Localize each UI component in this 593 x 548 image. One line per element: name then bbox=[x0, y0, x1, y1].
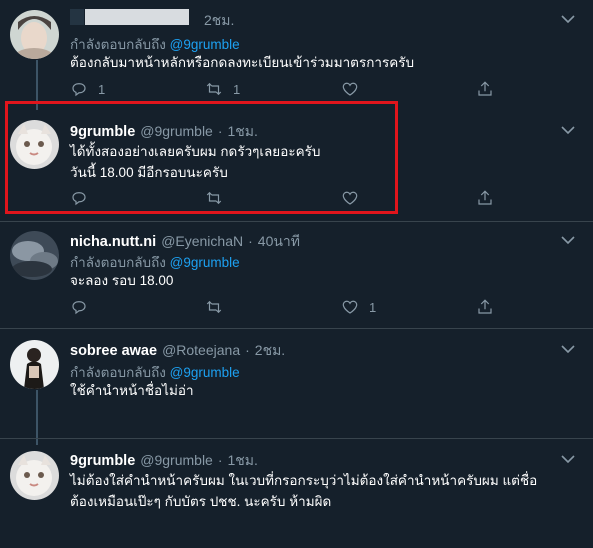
tweet[interactable]: nicha.nutt.ni @EyenichaN · 40นาที กำลังต… bbox=[0, 222, 593, 328]
replying-prefix: กำลังตอบกลับถึง bbox=[70, 365, 166, 380]
handle[interactable]: @EyenichaN bbox=[161, 233, 243, 249]
like-icon bbox=[342, 191, 358, 205]
separator-dot: · bbox=[245, 342, 250, 358]
tweet-text: ใช้คำนำหน้าชื่อไม่อ่า bbox=[70, 380, 194, 401]
share-icon bbox=[478, 81, 492, 96]
separator-dot: · bbox=[248, 233, 253, 249]
action-bar: 1 bbox=[70, 298, 500, 318]
redacted-mark bbox=[70, 9, 84, 25]
chevron-down-icon[interactable] bbox=[561, 125, 575, 135]
mention-link[interactable]: @9grumble bbox=[170, 255, 240, 270]
chevron-down-icon[interactable] bbox=[561, 14, 575, 24]
timestamp[interactable]: 2ชม. bbox=[255, 340, 285, 362]
tweet-line: ต้องเหมือนเป๊ะๆ กับบัตร ปชช. นะครับ ห้าม… bbox=[70, 494, 332, 509]
reply-icon bbox=[72, 83, 86, 97]
avatar[interactable] bbox=[10, 120, 59, 169]
reply-button[interactable] bbox=[70, 298, 98, 316]
separator-dot: · bbox=[217, 123, 223, 139]
reply-count: 1 bbox=[98, 81, 106, 97]
timestamp[interactable]: 40นาที bbox=[258, 231, 300, 253]
handle[interactable]: @9grumble bbox=[140, 123, 213, 139]
like-count: 1 bbox=[369, 299, 377, 315]
tweet[interactable]: 9grumble @9grumble · 1ชม. ได้ทั้งสองอย่า… bbox=[0, 110, 593, 221]
like-icon bbox=[342, 82, 358, 96]
retweet-button[interactable] bbox=[205, 189, 233, 207]
tweet-line: วันนี้ 18.00 มีอีกรอบนะครับ bbox=[70, 165, 228, 180]
like-icon bbox=[342, 300, 358, 314]
handle[interactable]: @9grumble bbox=[140, 452, 213, 468]
tweet-text: ได้ทั้งสองอย่างเลยครับผม กดรัวๆเลยอะครับ… bbox=[70, 141, 320, 183]
redacted-name bbox=[85, 9, 189, 25]
tweet-line: ได้ทั้งสองอย่างเลยครับผม กดรัวๆเลยอะครับ bbox=[70, 144, 321, 159]
tweet[interactable]: 2ชม. กำลังตอบกลับถึง @9grumble ต้องกลับม… bbox=[0, 0, 593, 110]
like-button[interactable] bbox=[341, 189, 369, 207]
display-name[interactable]: sobree awae bbox=[70, 343, 157, 359]
display-name[interactable]: 9grumble bbox=[70, 453, 135, 469]
tweet-line: ไม่ต้องใส่คำนำหน้าครับผม ในเวบที่กรอกระบ… bbox=[70, 473, 538, 488]
tweet-line: จะลอง รอบ 18.00 bbox=[70, 273, 174, 288]
action-bar bbox=[70, 189, 500, 209]
tweet-text: จะลอง รอบ 18.00 bbox=[70, 270, 173, 291]
tweet-line: ต้องกลับมาหน้าหลักหรือกดลงทะเบียนเข้าร่ว… bbox=[70, 55, 415, 70]
separator-dot: · bbox=[217, 452, 223, 468]
retweet-button[interactable]: 1 bbox=[205, 80, 240, 98]
reply-icon bbox=[72, 192, 86, 206]
chevron-down-icon[interactable] bbox=[561, 235, 575, 245]
share-button[interactable] bbox=[476, 189, 494, 207]
timestamp[interactable]: 1ชม. bbox=[228, 450, 258, 472]
avatar[interactable] bbox=[10, 340, 59, 389]
timestamp[interactable]: 1ชม. bbox=[228, 121, 258, 143]
retweet-button[interactable] bbox=[205, 298, 233, 316]
tweet[interactable]: 9grumble @9grumble · 1ชม. ไม่ต้องใส่คำนำ… bbox=[0, 439, 593, 548]
display-name[interactable]: nicha.nutt.ni bbox=[70, 234, 156, 250]
chevron-down-icon[interactable] bbox=[561, 454, 575, 464]
tweet[interactable]: sobree awae @Roteejana · 2ชม. กำลังตอบกล… bbox=[0, 329, 593, 438]
share-icon bbox=[478, 299, 492, 314]
avatar[interactable] bbox=[10, 231, 59, 280]
mention-link[interactable]: @9grumble bbox=[170, 37, 240, 52]
replying-prefix: กำลังตอบกลับถึง bbox=[70, 37, 166, 52]
tweet-text: ไม่ต้องใส่คำนำหน้าครับผม ในเวบที่กรอกระบ… bbox=[70, 470, 537, 512]
chevron-down-icon[interactable] bbox=[561, 344, 575, 354]
tweet-text: ต้องกลับมาหน้าหลักหรือกดลงทะเบียนเข้าร่ว… bbox=[70, 52, 414, 73]
retweet-icon bbox=[206, 300, 222, 314]
share-icon bbox=[478, 190, 492, 205]
mention-link[interactable]: @9grumble bbox=[170, 365, 240, 380]
handle[interactable]: @Roteejana bbox=[162, 342, 240, 358]
like-button[interactable]: 1 bbox=[341, 298, 376, 316]
retweet-icon bbox=[206, 82, 222, 96]
avatar[interactable] bbox=[10, 10, 59, 59]
reply-button[interactable] bbox=[70, 189, 98, 207]
share-button[interactable] bbox=[476, 80, 494, 98]
replying-prefix: กำลังตอบกลับถึง bbox=[70, 255, 166, 270]
reply-button[interactable]: 1 bbox=[70, 80, 105, 98]
retweet-icon bbox=[206, 191, 222, 205]
avatar[interactable] bbox=[10, 451, 59, 500]
retweet-count: 1 bbox=[233, 81, 241, 97]
action-bar: 1 1 bbox=[70, 80, 500, 100]
display-name[interactable]: 9grumble bbox=[70, 124, 135, 140]
reply-icon bbox=[72, 301, 86, 315]
share-button[interactable] bbox=[476, 298, 494, 316]
timestamp[interactable]: 2ชม. bbox=[204, 10, 234, 32]
tweet-line: ใช้คำนำหน้าชื่อไม่อ่า bbox=[70, 383, 194, 398]
like-button[interactable] bbox=[341, 80, 369, 98]
